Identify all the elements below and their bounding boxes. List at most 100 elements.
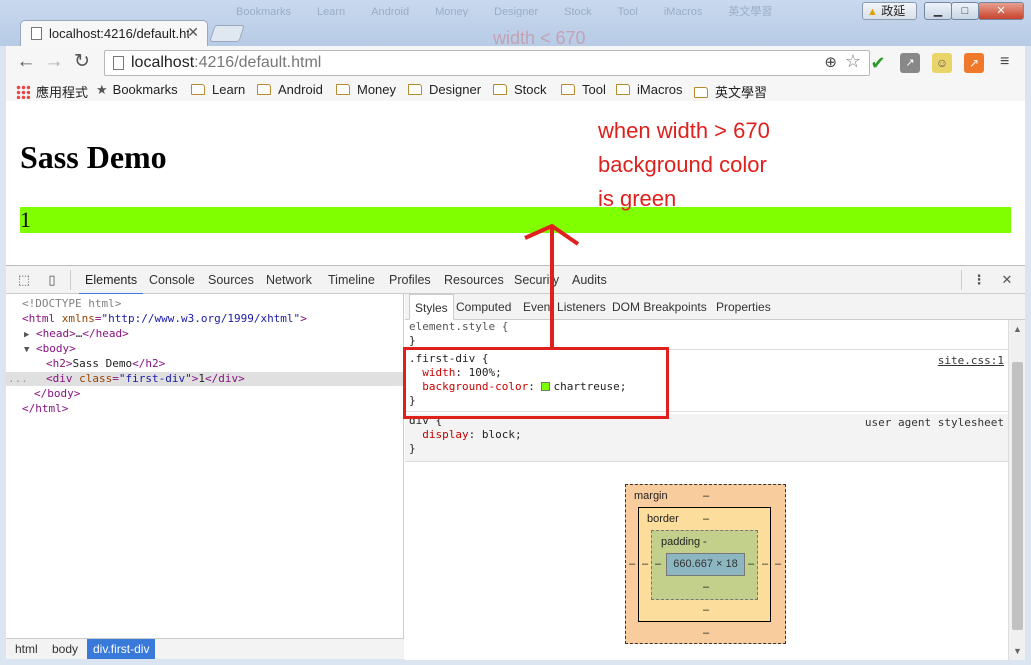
reload-icon[interactable]: ↻ [70,51,94,75]
box-model-content[interactable]: 660.667 × 18 [666,553,745,576]
elements-dom-tree: <!DOCTYPE html> <html xmlns="http://www.… [6,294,404,638]
tab-close-icon[interactable]: ✕ [187,24,199,41]
subtab-event-listeners[interactable]: Event Listeners [523,300,606,314]
ghost-bookmark-label: Designer [494,6,539,17]
maximize-button[interactable]: □ [951,2,979,20]
bookmark-folder-english[interactable]: 英文學習 [694,82,767,101]
folder-icon [408,84,422,95]
styles-subtabs: Styles Computed Event Listeners DOM Brea… [405,294,1025,320]
tab-elements[interactable]: Elements [78,273,144,295]
styles-scrollbar[interactable]: ▲ ▼ [1008,320,1025,660]
scroll-up-icon[interactable]: ▲ [1013,324,1022,334]
bookmark-folder-designer[interactable]: Designer [408,82,481,97]
subtab-computed[interactable]: Computed [456,300,511,314]
subtab-properties[interactable]: Properties [716,300,771,314]
stock-extension-icon[interactable]: ↗ [964,53,984,73]
bookmark-star-icon[interactable]: ☆ [845,51,861,72]
padding-label: padding [661,536,701,548]
warning-icon: ▲ [867,6,878,18]
subtab-dom-breakpoints[interactable]: DOM Breakpoints [612,300,707,314]
ghost-bookmark-label: iMacros [663,6,703,17]
tab-audits[interactable]: Audits [572,273,607,287]
page-favicon-icon [31,27,42,40]
folder-icon [257,84,271,95]
dom-html-close[interactable]: </html> [22,401,68,416]
bookmark-folder-imacros[interactable]: iMacros [616,82,683,97]
padding-bottom-value: – [703,581,710,593]
scroll-thumb[interactable] [1012,362,1023,630]
bookmark-bookmarks[interactable]: ★ Bookmarks [96,82,178,98]
address-bar[interactable]: localhost:4216/default.html ⊕ ☆ [104,50,870,76]
annotation-note: when width > 670 background color is gre… [598,114,770,216]
first-div-block: 1 [20,207,1011,233]
tab-security[interactable]: Security [514,273,559,287]
stylesheet-link[interactable]: site.css:1 [938,354,1004,368]
profile-name: 政延 [881,4,906,18]
folder-icon [694,87,708,98]
close-window-button[interactable]: ✕ [978,2,1024,20]
ghost-width-note: width < 670 [493,28,586,48]
padding-left-value: – [655,558,662,570]
dom-doctype[interactable]: <!DOCTYPE html> [22,296,121,311]
zoom-icon[interactable]: ⊕ [824,53,837,71]
collapse-triangle-icon[interactable]: ▼ [24,345,29,355]
crumb-body[interactable]: body [52,642,78,656]
crumb-html[interactable]: html [15,642,38,656]
devtools-toolbar: ⬚ ▯ Elements Console Sources Network Tim… [6,266,1025,295]
checkmark-extension-icon[interactable]: ✔ [868,53,888,73]
device-mode-icon[interactable]: ▯ [44,272,60,288]
url-text[interactable]: localhost:4216/default.html [131,54,321,72]
bookmark-folder-android[interactable]: Android [257,82,323,97]
dom-html-open[interactable]: <html xmlns="http://www.w3.org/1999/xhtm… [22,311,307,326]
ghost-bookmark-label: 英文學習 [728,6,773,17]
ghost-bookmark-label: Learn [317,6,346,17]
close-devtools-icon[interactable]: ✕ [999,272,1015,288]
bookmark-folder-tool[interactable]: Tool [561,82,606,97]
dom-first-div[interactable]: <div class="first-div">1</div> [46,371,245,386]
annotation-line-3: is green [598,186,677,211]
bookmark-apps[interactable]: 應用程式 [16,82,88,101]
imacros-extension-icon[interactable]: ☺ [932,53,952,73]
forward-arrow-icon[interactable]: → [42,51,66,75]
rule-div-user-agent[interactable]: user agent stylesheet div { display: blo… [405,414,1008,462]
page-viewport: Sass Demo 1 [6,101,1025,265]
tab-timeline[interactable]: Timeline [328,273,375,287]
tab-console[interactable]: Console [149,273,195,287]
dom-h2[interactable]: <h2>Sass Demo</h2> [46,356,165,371]
annotation-highlight-box [403,347,669,419]
inspect-element-icon[interactable]: ⬚ [16,272,32,288]
back-arrow-icon[interactable]: ← [14,51,38,75]
margin-label: margin [634,490,668,502]
tab-sources[interactable]: Sources [208,273,254,287]
apps-grid-icon [16,85,30,99]
new-tab-button[interactable] [209,25,245,42]
more-options-icon[interactable]: ⋮ [971,272,987,288]
folder-icon [493,84,507,95]
border-label: border [647,513,679,525]
folder-icon [336,84,350,95]
minimize-button[interactable]: ▁ [924,2,952,20]
tab-resources[interactable]: Resources [444,273,504,287]
bookmark-folder-learn[interactable]: Learn [191,82,245,97]
margin-bottom-value: – [703,627,710,639]
bookmark-folder-money[interactable]: Money [336,82,396,97]
padding-top-value: - [703,536,707,548]
border-left-value: – [642,558,649,570]
crumb-div-first-div[interactable]: div.first-div [87,639,156,659]
subtab-styles[interactable]: Styles [409,294,454,320]
tab-profiles[interactable]: Profiles [389,273,431,287]
bookmark-folder-stock[interactable]: Stock [493,82,547,97]
chart-extension-icon[interactable]: ↗ [900,53,920,73]
browser-tab[interactable]: localhost:4216/default.ht ✕ [20,20,208,46]
tab-network[interactable]: Network [266,273,312,287]
expand-triangle-icon[interactable]: ▶ [24,330,29,340]
margin-top-value: – [703,490,710,502]
rule-element-style[interactable]: element.style { } [405,320,1008,350]
profile-button[interactable]: ▲ 政延 [862,2,917,20]
dom-body-close[interactable]: </body> [34,386,80,401]
hamburger-menu-icon[interactable]: ≡ [1000,52,1016,72]
ghost-bookmarks-overlay: Bookmarks Learn Android Money Designer Stock T… [236,3,856,17]
annotation-line-1: when width > 670 [598,118,770,143]
scroll-down-icon[interactable]: ▼ [1013,646,1022,656]
folder-icon [561,84,575,95]
